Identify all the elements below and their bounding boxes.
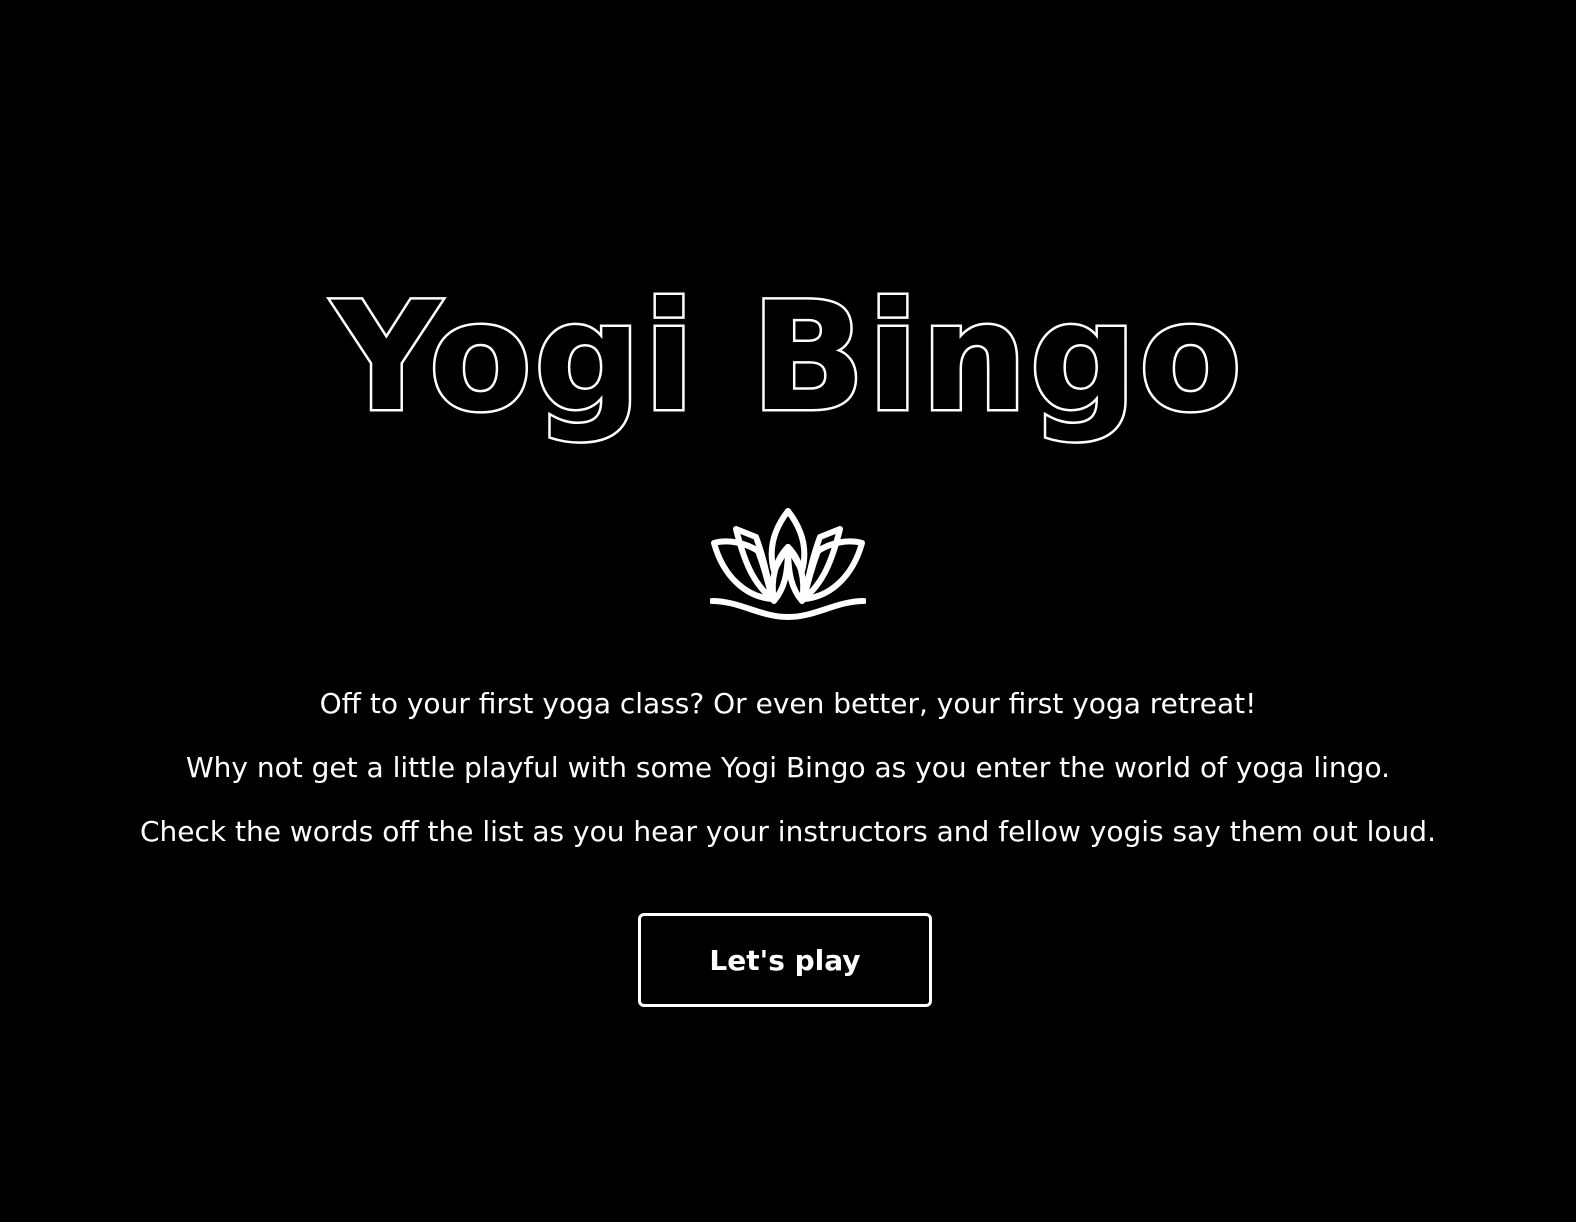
landing-page: Yogi Bingo Off to your first yoga class?… <box>0 0 1576 1222</box>
intro-text: Off to your first yoga class? Or even be… <box>0 680 1576 872</box>
lotus-icon <box>710 508 866 620</box>
intro-line-1: Off to your first yoga class? Or even be… <box>319 687 1257 720</box>
lets-play-button[interactable]: Let's play <box>638 913 932 1007</box>
intro-line-3: Check the words off the list as you hear… <box>140 815 1436 848</box>
intro-line-2: Why not get a little playful with some Y… <box>186 751 1390 784</box>
page-title: Yogi Bingo <box>330 269 1245 448</box>
